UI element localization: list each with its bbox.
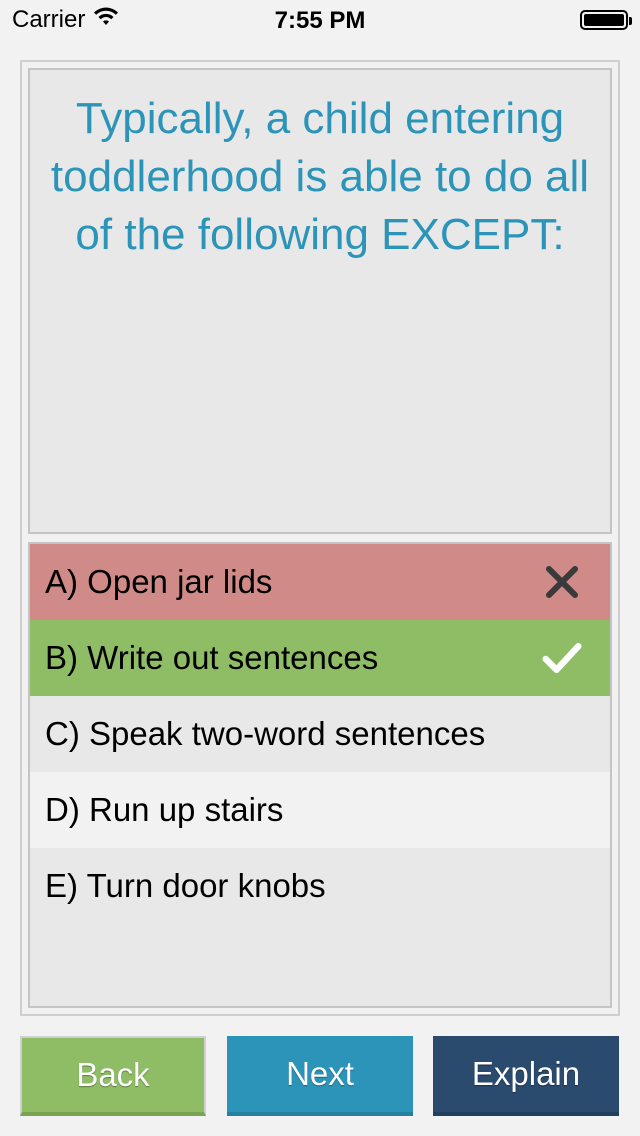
back-button[interactable]: Back [20, 1036, 206, 1116]
answer-e[interactable]: E) Turn door knobs [30, 848, 610, 924]
status-bar: Carrier 7:55 PM [0, 0, 640, 40]
question-text: Typically, a child entering toddlerhood … [50, 94, 590, 259]
answer-c[interactable]: C) Speak two-word sentences [30, 696, 610, 772]
answer-label: E) Turn door knobs [45, 867, 326, 904]
next-button[interactable]: Next [227, 1036, 413, 1116]
answer-label: A) Open jar lids [45, 563, 273, 600]
question-panel: Typically, a child entering toddlerhood … [28, 68, 612, 534]
answer-label: B) Write out sentences [45, 639, 379, 676]
answer-a[interactable]: A) Open jar lids [30, 544, 610, 620]
explain-button-label: Explain [471, 1055, 581, 1092]
battery-icon [580, 10, 632, 30]
explain-button[interactable]: Explain [433, 1036, 619, 1116]
close-icon [542, 562, 582, 602]
next-button-label: Next [286, 1055, 354, 1092]
back-button-label: Back [76, 1056, 150, 1093]
status-time: 7:55 PM [274, 7, 366, 34]
answers-panel: A) Open jar lids B) Write out sentences … [28, 542, 612, 1008]
answer-label: D) Run up stairs [45, 791, 284, 828]
checkmark-icon [542, 638, 582, 678]
answer-b[interactable]: B) Write out sentences [30, 620, 610, 696]
answer-label: C) Speak two-word sentences [45, 715, 486, 752]
answer-d[interactable]: D) Run up stairs [30, 772, 610, 848]
